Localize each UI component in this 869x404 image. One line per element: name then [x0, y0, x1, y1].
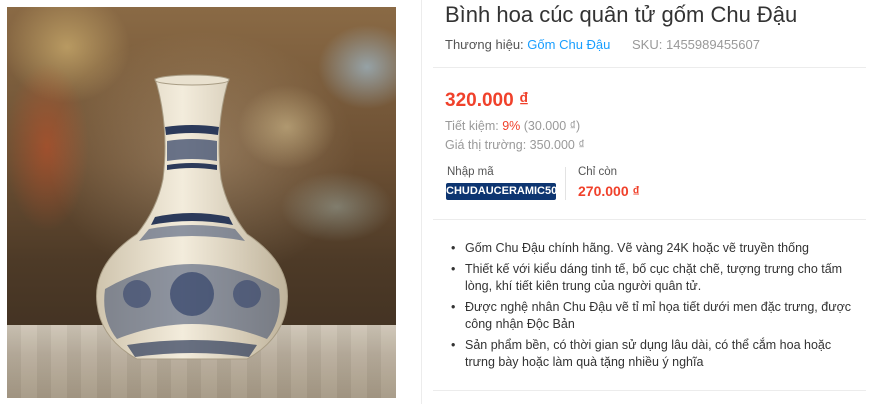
market-price: 350.000 ₫ [529, 138, 585, 152]
save-amount: (30.000 ₫) [523, 119, 581, 133]
feature-list: Gốm Chu Đậu chính hãng. Vẽ vàng 24K hoặc… [447, 240, 857, 375]
market-label: Giá thị trường: [445, 138, 527, 152]
product-image[interactable] [7, 7, 396, 398]
save-label: Tiết kiệm: [445, 119, 499, 133]
brand-label: Thương hiệu: [445, 37, 524, 52]
sku-label: SKU: [632, 37, 663, 52]
feature-item: Được nghệ nhân Chu Đậu vẽ tỉ mỉ họa tiết… [447, 299, 857, 333]
market-price-info: Giá thị trường: 350.000 ₫ [445, 138, 585, 152]
feature-item: Thiết kế với kiểu dáng tinh tế, bố cục c… [447, 261, 857, 295]
sku-info: SKU: 1455989455607 [632, 37, 760, 52]
save-percent: 9% [502, 119, 521, 133]
coupon-code-badge[interactable]: CHUDAUCERAMIC50 [446, 183, 557, 200]
feature-item: Sản phẩm bền, có thời gian sử dụng lâu d… [447, 337, 857, 371]
feature-item: Gốm Chu Đậu chính hãng. Vẽ vàng 24K hoặc… [447, 240, 857, 257]
final-price-label: Chỉ còn [578, 166, 617, 178]
divider [433, 390, 866, 391]
product-title: Bình hoa cúc quân tử gốm Chu Đậu [445, 2, 798, 27]
divider [433, 219, 866, 220]
product-meta: Thương hiệu: Gốm Chu Đậu SKU: 1455989455… [445, 37, 760, 52]
divider [433, 67, 866, 68]
savings-info: Tiết kiệm: 9% (30.000 ₫) [445, 119, 580, 133]
brand-link[interactable]: Gốm Chu Đậu [527, 37, 610, 52]
sku-value: 1455989455607 [665, 37, 760, 52]
vase-image [96, 74, 288, 360]
coupon-code-label: Nhập mã [447, 166, 494, 178]
column-divider [421, 0, 422, 404]
coupon-divider [565, 167, 566, 200]
current-price: 320.000 ₫ [445, 90, 529, 111]
final-price: 270.000 ₫ [578, 183, 640, 199]
